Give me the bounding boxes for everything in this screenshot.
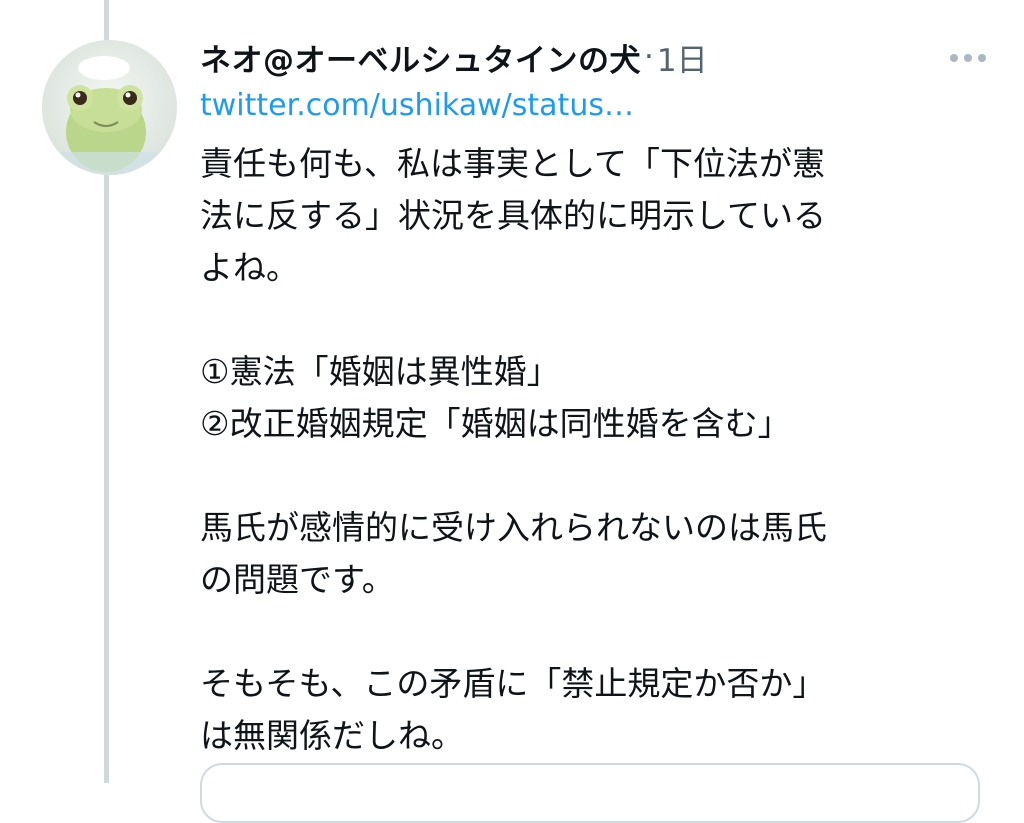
tweet-line: 法に反する」状況を具体的に明示している — [200, 196, 827, 235]
display-name[interactable]: ネオ@オーベルシュタインの犬 — [200, 35, 641, 80]
quoted-tweet-link[interactable]: twitter.com/ushikaw/status… — [200, 88, 634, 123]
tweet-line: 馬氏が感情的に受け入れられないのは馬氏 — [200, 508, 827, 547]
quote-card[interactable] — [200, 763, 980, 823]
tweet-header: ネオ@オーベルシュタインの犬 · 1日 — [200, 32, 990, 82]
tweet-line: 責任も何も、私は事実として「下位法が憲 — [200, 144, 826, 183]
tweet-line — [200, 294, 960, 346]
tweet-line: の問題です。 — [200, 560, 395, 599]
tweet-line: は無関係だしね。 — [200, 716, 464, 755]
tweet-text: 責任も何も、私は事実として「下位法が憲 法に反する」状況を具体的に明示している … — [200, 138, 960, 762]
tweet-line: よね。 — [200, 248, 299, 287]
tweet-line — [200, 606, 960, 658]
avatar[interactable] — [42, 40, 177, 175]
frog-avatar-icon — [42, 40, 177, 175]
timestamp[interactable]: 1日 — [657, 35, 708, 80]
tweet-line — [200, 450, 960, 502]
tweet-line: そもそも、この矛盾に「禁止規定か否か」 — [200, 664, 826, 703]
tweet-line: ①憲法「婚姻は異性婚」 — [200, 352, 560, 391]
more-horizontal-icon[interactable] — [946, 48, 990, 68]
tweet-line: ②改正婚姻規定「婚姻は同性婚を含む」 — [200, 404, 791, 443]
separator-dot: · — [644, 39, 654, 75]
